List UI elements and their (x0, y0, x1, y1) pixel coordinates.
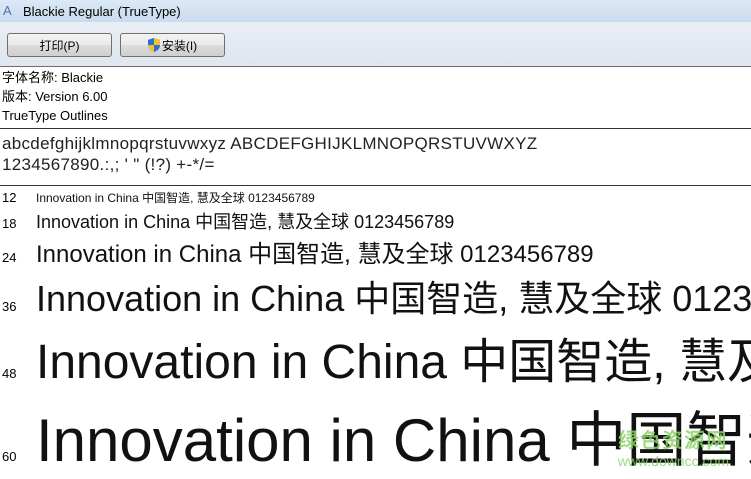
window-title: Blackie Regular (TrueType) (23, 3, 181, 19)
charset-letters: abcdefghijklmnopqrstuvwxyz ABCDEFGHIJKLM… (2, 134, 538, 153)
sample-line-18: 18 Innovation in China 中国智造, 慧及全球 0123456… (0, 208, 751, 234)
sample-text: Innovation in China 中国智造, 慧及全球 012345678… (36, 278, 751, 319)
sample-text: Innovation in China 中国智造, 慧及全球 012345678… (36, 212, 455, 232)
sample-text: Innovation in China 中国智造, 慧及全球 012345678… (36, 191, 315, 205)
sample-line-60: 60 Innovation in China 中国智造, 慧及全球 0123456… (0, 392, 751, 479)
sample-text: Innovation in China 中国智造, 慧及全球 012345678… (36, 407, 751, 474)
uac-shield-icon (147, 38, 160, 52)
outline-type: TrueType Outlines (2, 108, 108, 123)
sample-line-48: 48 Innovation in China 中国智造, 慧及全球 0123456… (0, 322, 751, 392)
sample-text: Innovation in China 中国智造, 慧及全球 012345678… (36, 241, 594, 268)
sample-text: Innovation in China 中国智造, 慧及全球 012345678… (36, 336, 751, 389)
print-button[interactable]: 打印(P) (7, 33, 112, 57)
sample-size: 18 (2, 216, 17, 231)
sample-size: 60 (2, 449, 17, 464)
charset-symbols: 1234567890.:,; ' " (!?) +-*/= (2, 155, 215, 174)
toolbar: 打印(P) 安装(I) (0, 22, 751, 67)
title-bar: A Blackie Regular (TrueType) (0, 0, 751, 22)
print-label: 打印(P) (39, 38, 80, 53)
sample-size: 48 (2, 366, 17, 381)
divider (0, 128, 751, 129)
divider (0, 185, 751, 186)
character-set: abcdefghijklmnopqrstuvwxyz ABCDEFGHIJKLM… (2, 133, 537, 175)
install-button[interactable]: 安装(I) (120, 33, 225, 57)
font-viewer-icon: A (3, 3, 12, 18)
sample-size: 24 (2, 250, 17, 265)
install-label: 安装(I) (161, 38, 198, 53)
sample-line-24: 24 Innovation in China 中国智造, 慧及全球 0123456… (0, 234, 751, 269)
font-info: 字体名称: Blackie 版本: Version 6.00 TrueType … (2, 68, 108, 125)
sample-line-12: 12 Innovation in China 中国智造, 慧及全球 0123456… (0, 189, 751, 206)
sample-size: 12 (2, 190, 17, 205)
sample-line-36: 36 Innovation in China 中国智造, 慧及全球 0123456… (0, 270, 751, 322)
font-name: 字体名称: Blackie (2, 70, 104, 85)
sample-size: 36 (2, 299, 17, 314)
font-version: 版本: Version 6.00 (2, 89, 108, 104)
